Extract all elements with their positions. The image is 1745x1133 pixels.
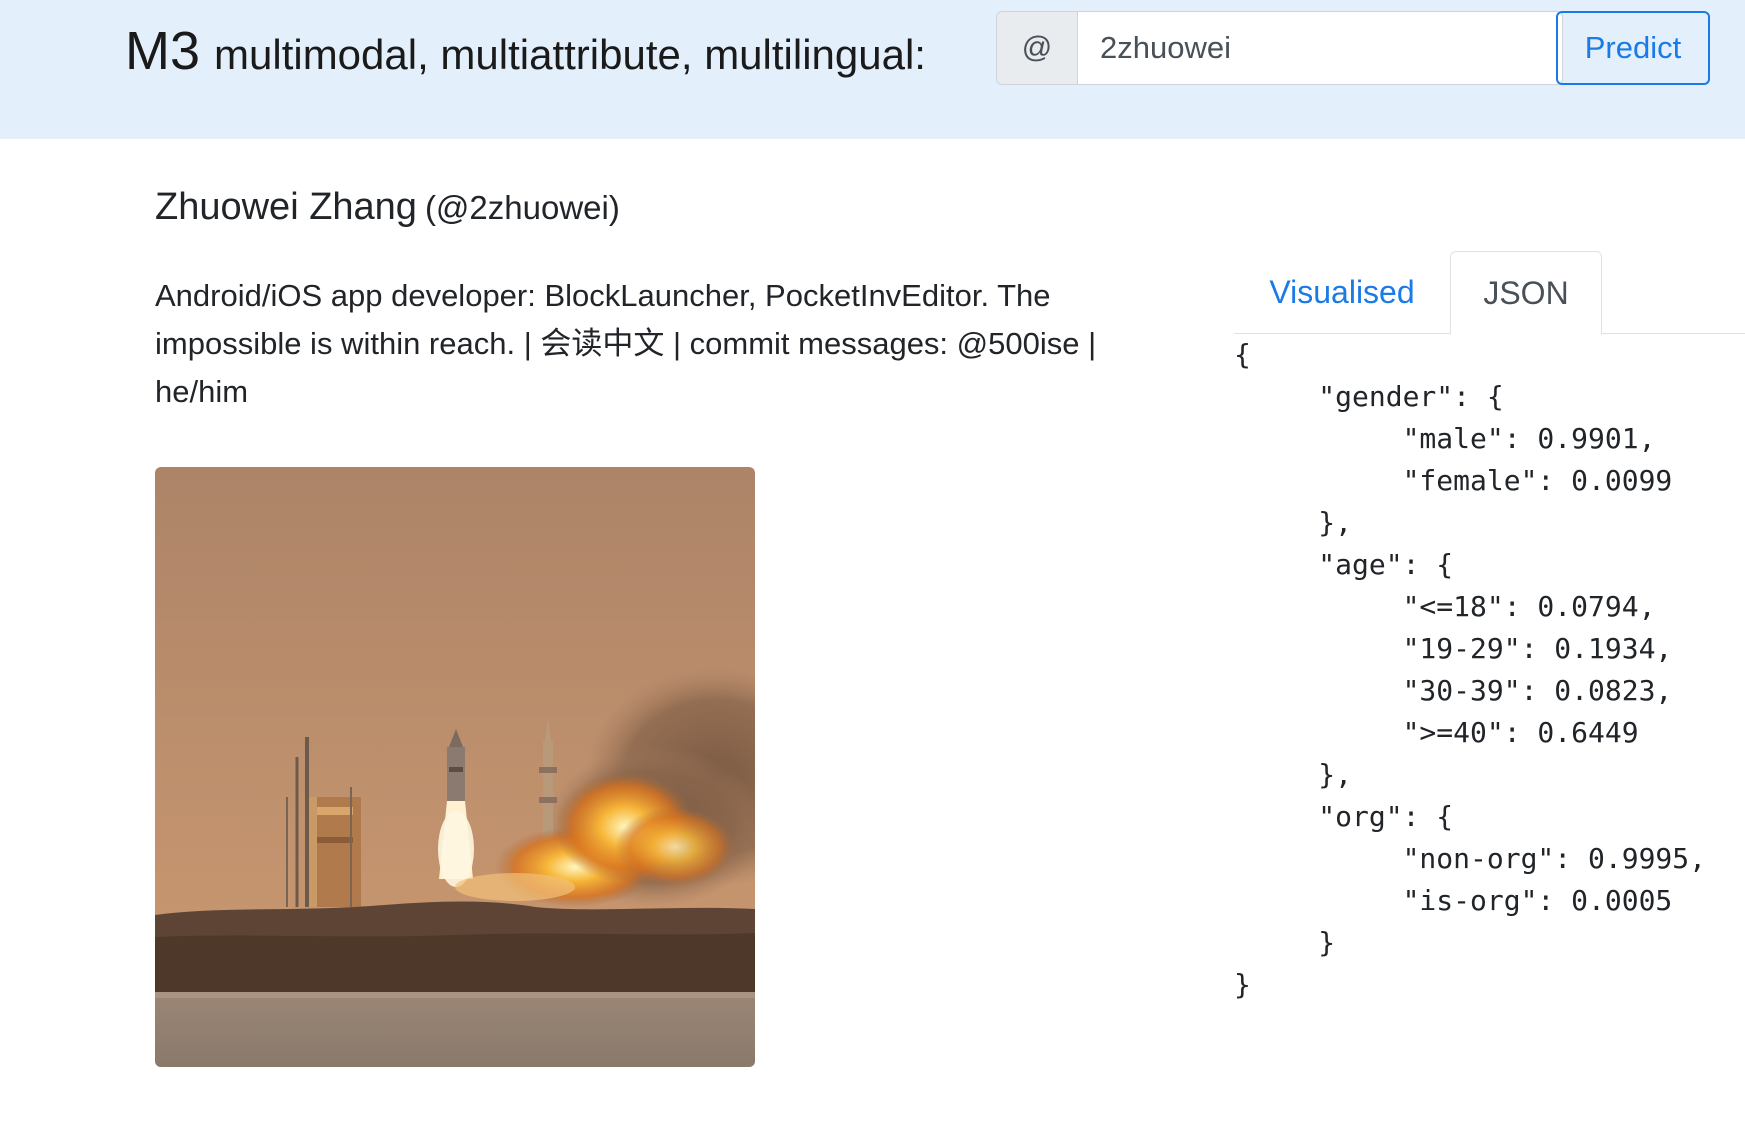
brand-title: M3 multimodal, multiattribute, multiling…: [125, 20, 926, 90]
brand-tagline: multimodal, multiattribute, multilingual…: [214, 31, 926, 78]
tab-json[interactable]: JSON: [1450, 251, 1602, 335]
output-tabs: Visualised JSON: [1234, 251, 1745, 335]
profile-name: Zhuowei Zhang: [155, 186, 417, 228]
brand-logo-text: M3: [125, 21, 201, 81]
predict-button[interactable]: Predict: [1556, 11, 1710, 85]
rocket-launch-image: [155, 467, 755, 1067]
profile-avatar: [155, 467, 755, 1067]
profile-handle: (@2zhuowei): [424, 189, 620, 226]
username-search-group: @: [996, 11, 1563, 85]
profile-bio: Android/iOS app developer: BlockLauncher…: [155, 278, 1097, 409]
at-symbol-addon: @: [996, 11, 1077, 85]
top-bar: M3 multimodal, multiattribute, multiling…: [0, 0, 1745, 139]
profile-heading: Zhuowei Zhang (@2zhuowei): [155, 186, 620, 229]
username-input[interactable]: [1077, 11, 1563, 85]
json-output: { "gender": { "male": 0.9901, "female": …: [1234, 338, 1707, 1001]
tab-visualised[interactable]: Visualised: [1234, 251, 1450, 334]
